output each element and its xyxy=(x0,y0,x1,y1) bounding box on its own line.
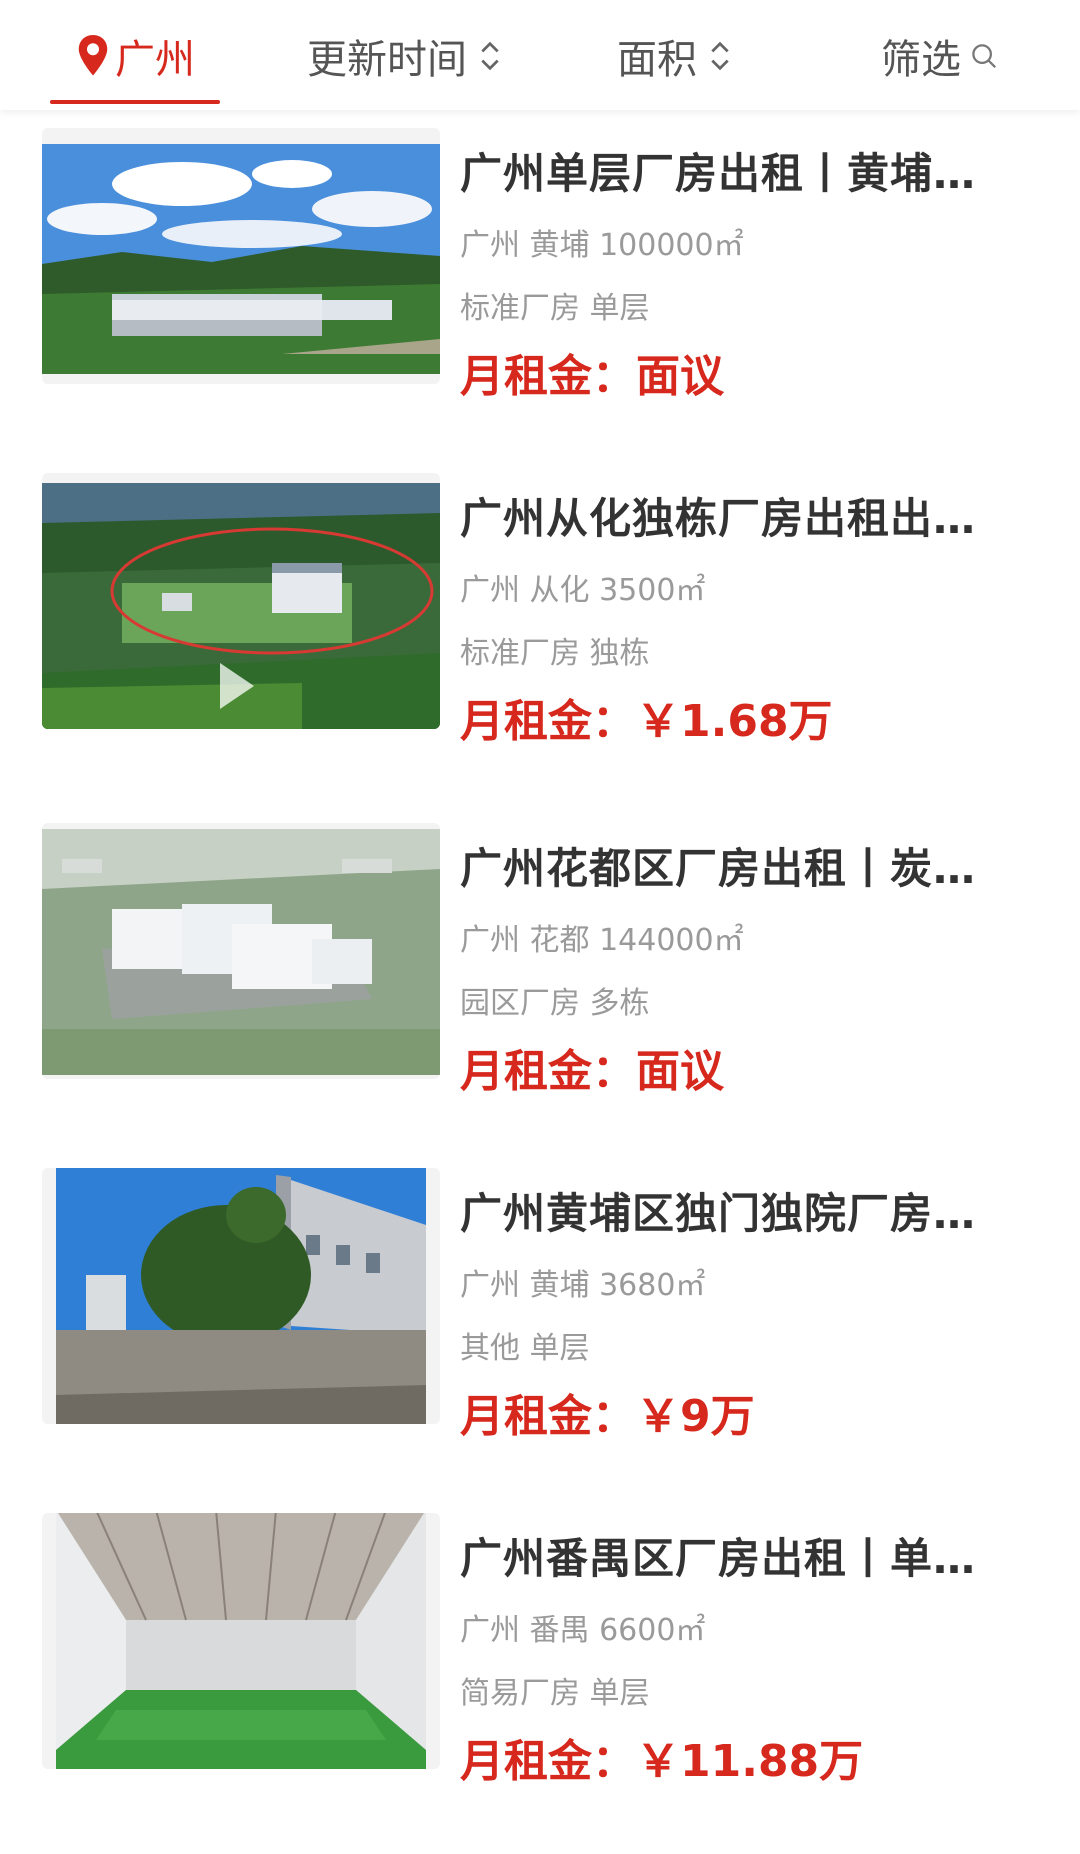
listing-price: 月租金：面议 xyxy=(460,340,724,404)
listing-title: 广州单层厂房出租丨黄埔… xyxy=(460,149,977,198)
listing-title: 广州番禺区厂房出租丨单… xyxy=(460,1534,977,1583)
listing-type: 标准厂房 独栋 xyxy=(460,636,650,671)
industrial-park-render xyxy=(42,823,440,1079)
tab-city[interactable]: 广州 xyxy=(50,26,220,104)
filter-bar: 广州 更新时间 面积 筛选 xyxy=(0,0,1080,110)
active-tab-underline xyxy=(50,100,220,104)
listing-type: 其他 单层 xyxy=(460,1331,590,1366)
listing-type: 园区厂房 多栋 xyxy=(460,986,650,1021)
tab-area-label: 面积 xyxy=(617,37,697,83)
price-value: 面议 xyxy=(636,351,724,402)
tab-filter-label: 筛选 xyxy=(881,37,961,83)
listing-title: 广州花都区厂房出租丨炭… xyxy=(460,844,977,893)
sort-arrows-icon xyxy=(711,41,729,71)
listing-title: 广州黄埔区独门独院厂房… xyxy=(460,1189,977,1238)
listing-location: 广州 黄埔 3680㎡ xyxy=(460,1268,706,1303)
tab-update-time[interactable]: 更新时间 xyxy=(290,26,520,86)
price-label: 月租金： xyxy=(460,351,636,402)
listing-price: 月租金：￥11.88万 xyxy=(460,1725,863,1789)
price-value: 面议 xyxy=(636,1046,724,1097)
listing-card[interactable]: 广州从化独栋厂房出租出… 广州 从化 3500㎡ 标准厂房 独栋 月租金：￥1.… xyxy=(0,465,1080,755)
listing-card[interactable]: 广州黄埔区独门独院厂房… 广州 黄埔 3680㎡ 其他 单层 月租金：￥9万 xyxy=(0,1160,1080,1450)
factory-video-thumbnail xyxy=(42,473,440,729)
price-label: 月租金： xyxy=(460,1391,636,1442)
listing-card[interactable]: 广州番禺区厂房出租丨单… 广州 番禺 6600㎡ 简易厂房 单层 月租金：￥11… xyxy=(0,1505,1080,1795)
price-value: ￥1.68万 xyxy=(636,696,833,747)
listing-title: 广州从化独栋厂房出租出… xyxy=(460,494,977,543)
listing-type: 简易厂房 单层 xyxy=(460,1676,650,1711)
price-label: 月租金： xyxy=(460,1046,636,1097)
listing-type: 标准厂房 单层 xyxy=(460,291,650,326)
factory-interior-photo xyxy=(42,1513,440,1769)
tab-city-label: 广州 xyxy=(115,37,195,83)
listing-location: 广州 黄埔 100000㎡ xyxy=(460,228,744,263)
price-value: ￥11.88万 xyxy=(636,1736,864,1787)
factory-building-photo xyxy=(42,1168,440,1424)
tab-area[interactable]: 面积 xyxy=(600,26,750,86)
listing-price: 月租金：￥1.68万 xyxy=(460,685,833,749)
sort-arrows-icon xyxy=(481,41,499,71)
listing-card[interactable]: 广州花都区厂房出租丨炭… 广州 花都 144000㎡ 园区厂房 多栋 月租金：面… xyxy=(0,815,1080,1105)
listing-location: 广州 从化 3500㎡ xyxy=(460,573,706,608)
search-icon xyxy=(972,44,997,69)
tab-update-time-label: 更新时间 xyxy=(307,37,467,83)
price-label: 月租金： xyxy=(460,696,636,747)
listing-card[interactable]: 广州单层厂房出租丨黄埔… 广州 黄埔 100000㎡ 标准厂房 单层 月租金：面… xyxy=(0,120,1080,410)
listing-location: 广州 花都 144000㎡ xyxy=(460,923,744,958)
listing-location: 广州 番禺 6600㎡ xyxy=(460,1613,706,1648)
listing-price: 月租金：面议 xyxy=(460,1035,724,1099)
location-pin-icon xyxy=(78,35,108,76)
price-label: 月租金： xyxy=(460,1736,636,1787)
listing-price: 月租金：￥9万 xyxy=(460,1380,755,1444)
tab-filter[interactable]: 筛选 xyxy=(870,26,1010,86)
price-value: ￥9万 xyxy=(636,1391,755,1442)
factory-aerial-image xyxy=(42,128,440,384)
